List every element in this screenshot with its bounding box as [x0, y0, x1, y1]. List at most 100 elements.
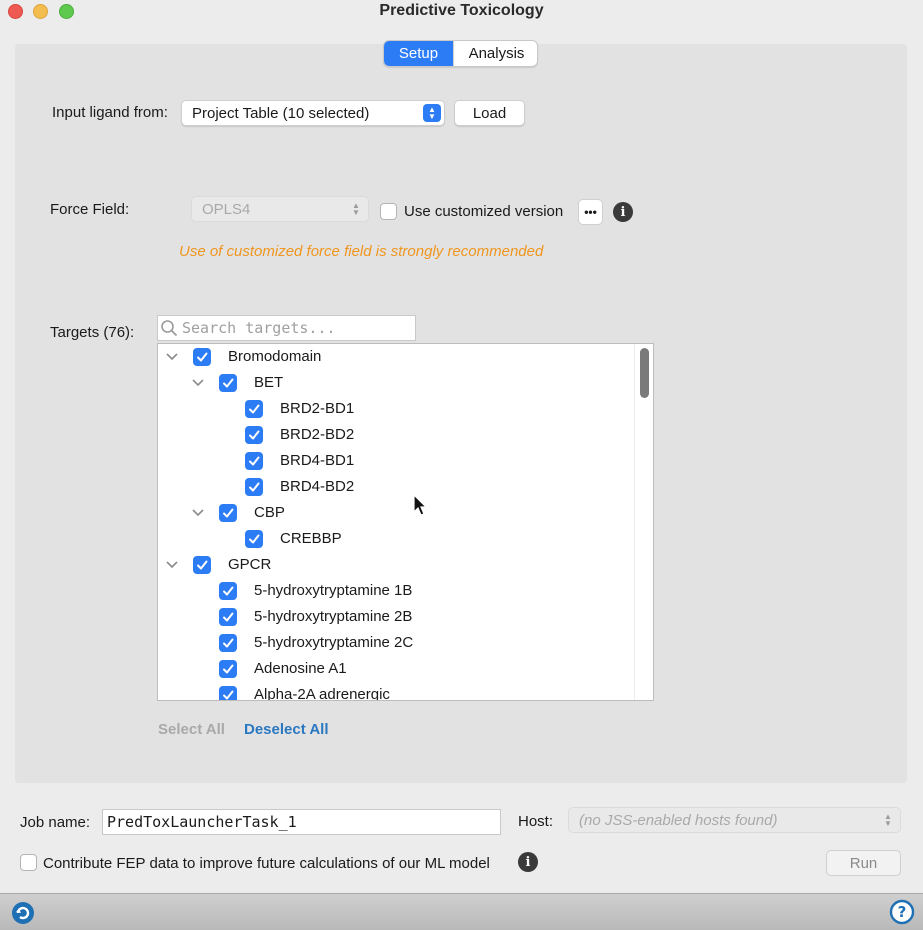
target-checkbox[interactable]: [245, 400, 263, 418]
checkmark-icon: [249, 534, 260, 544]
target-label: 5-hydroxytryptamine 2C: [254, 634, 414, 651]
force-field-options-button[interactable]: •••: [578, 199, 603, 225]
target-checkbox[interactable]: [219, 374, 237, 392]
help-icon[interactable]: ?: [889, 899, 915, 925]
tab-bar: Setup Analysis: [383, 40, 538, 67]
svg-text:?: ?: [898, 903, 907, 921]
select-stepper-icon: ▲ ▼: [884, 812, 892, 828]
target-label: Adenosine A1: [254, 660, 347, 677]
checkmark-icon: [197, 352, 208, 362]
host-label: Host:: [518, 813, 554, 830]
checkmark-icon: [223, 638, 234, 648]
target-checkbox[interactable]: [219, 660, 237, 678]
input-ligand-label: Input ligand from:: [52, 104, 168, 121]
target-checkbox[interactable]: [245, 530, 263, 548]
target-checkbox[interactable]: [193, 556, 211, 574]
targets-tree[interactable]: Bromodomain BET BRD2-BD1 BRD2-BD2 BRD4-BD1 BR…: [157, 343, 654, 701]
title-bar: Predictive Toxicology: [0, 0, 923, 24]
targets-scrollbar[interactable]: [634, 344, 653, 700]
target-checkbox[interactable]: [245, 452, 263, 470]
tree-row[interactable]: BET: [158, 370, 634, 396]
target-checkbox[interactable]: [219, 634, 237, 652]
target-checkbox[interactable]: [219, 686, 237, 700]
tree-row[interactable]: 5-hydroxytryptamine 2C: [158, 630, 634, 656]
checkmark-icon: [249, 456, 260, 466]
mouse-cursor-icon: [413, 494, 428, 516]
force-field-value: OPLS4: [202, 200, 251, 218]
host-select[interactable]: (no JSS-enabled hosts found) ▲ ▼: [568, 807, 901, 833]
target-label: CREBBP: [280, 530, 342, 547]
tree-row[interactable]: CBP: [158, 500, 634, 526]
target-label: 5-hydroxytryptamine 1B: [254, 582, 413, 599]
chevron-down-icon[interactable]: [191, 375, 205, 389]
target-checkbox[interactable]: [219, 504, 237, 522]
input-ligand-select[interactable]: Project Table (10 selected) ▲ ▼: [181, 100, 445, 126]
force-field-select[interactable]: OPLS4 ▲ ▼: [191, 196, 369, 222]
use-customized-label: Use customized version: [404, 203, 564, 220]
tree-row[interactable]: GPCR: [158, 552, 634, 578]
refresh-icon[interactable]: [10, 900, 36, 926]
target-label: Alpha-2A adrenergic: [254, 686, 390, 701]
checkmark-icon: [249, 430, 260, 440]
window-title: Predictive Toxicology: [379, 2, 544, 19]
checkmark-icon: [249, 404, 260, 414]
target-label: BET: [254, 374, 284, 391]
load-button[interactable]: Load: [454, 100, 525, 126]
chevron-down-icon[interactable]: [165, 349, 179, 363]
tree-row[interactable]: Adenosine A1: [158, 656, 634, 682]
target-checkbox[interactable]: [245, 478, 263, 496]
target-checkbox[interactable]: [245, 426, 263, 444]
status-bar: ?: [0, 893, 923, 930]
target-label: CBP: [254, 504, 285, 521]
target-label: BRD4-BD1: [280, 452, 355, 469]
contribute-fep-label: Contribute FEP data to improve future ca…: [43, 855, 490, 872]
chevron-down-icon[interactable]: [165, 557, 179, 571]
info-icon[interactable]: i: [613, 202, 633, 222]
use-customized-checkbox[interactable]: [380, 203, 397, 220]
target-label: GPCR: [228, 556, 272, 573]
checkmark-icon: [223, 690, 234, 700]
tree-row[interactable]: BRD2-BD2: [158, 422, 634, 448]
tree-row[interactable]: Bromodomain: [158, 344, 634, 370]
target-checkbox[interactable]: [219, 582, 237, 600]
force-field-label: Force Field:: [50, 201, 130, 218]
tree-row[interactable]: 5-hydroxytryptamine 2B: [158, 604, 634, 630]
chevron-down-icon[interactable]: [191, 505, 205, 519]
checkmark-icon: [223, 508, 234, 518]
job-name-input[interactable]: PredToxLauncherTask_1: [102, 809, 501, 835]
deselect-all-button[interactable]: Deselect All: [244, 721, 329, 738]
select-stepper-icon: ▲ ▼: [423, 104, 441, 122]
checkmark-icon: [197, 560, 208, 570]
info-icon[interactable]: i: [518, 852, 538, 872]
target-checkbox[interactable]: [193, 348, 211, 366]
target-label: 5-hydroxytryptamine 2B: [254, 608, 413, 625]
target-label: Bromodomain: [228, 348, 322, 365]
tree-row[interactable]: 5-hydroxytryptamine 1B: [158, 578, 634, 604]
tree-row[interactable]: BRD4-BD2: [158, 474, 634, 500]
host-value: (no JSS-enabled hosts found): [579, 811, 778, 829]
force-field-warning: Use of customized force field is strongl…: [179, 243, 544, 260]
tree-row[interactable]: Alpha-2A adrenergic: [158, 682, 634, 701]
search-targets-input[interactable]: Search targets...: [157, 315, 416, 341]
tree-row[interactable]: BRD4-BD1: [158, 448, 634, 474]
target-label: BRD2-BD1: [280, 400, 355, 417]
checkmark-icon: [223, 378, 234, 388]
targets-label: Targets (76):: [50, 324, 135, 341]
tab-analysis[interactable]: Analysis: [453, 41, 537, 66]
job-name-label: Job name:: [20, 814, 91, 831]
contribute-fep-checkbox[interactable]: [20, 854, 37, 871]
input-ligand-value: Project Table (10 selected): [192, 104, 370, 122]
select-all-button[interactable]: Select All: [158, 721, 225, 738]
select-stepper-icon: ▲ ▼: [352, 201, 360, 217]
target-label: BRD2-BD2: [280, 426, 355, 443]
tree-row[interactable]: BRD2-BD1: [158, 396, 634, 422]
checkmark-icon: [223, 612, 234, 622]
target-checkbox[interactable]: [219, 608, 237, 626]
target-label: BRD4-BD2: [280, 478, 355, 495]
checkmark-icon: [249, 482, 260, 492]
scrollbar-thumb[interactable]: [640, 348, 649, 398]
tree-row[interactable]: CREBBP: [158, 526, 634, 552]
tab-setup[interactable]: Setup: [384, 41, 453, 66]
run-button[interactable]: Run: [826, 850, 901, 876]
checkmark-icon: [223, 664, 234, 674]
